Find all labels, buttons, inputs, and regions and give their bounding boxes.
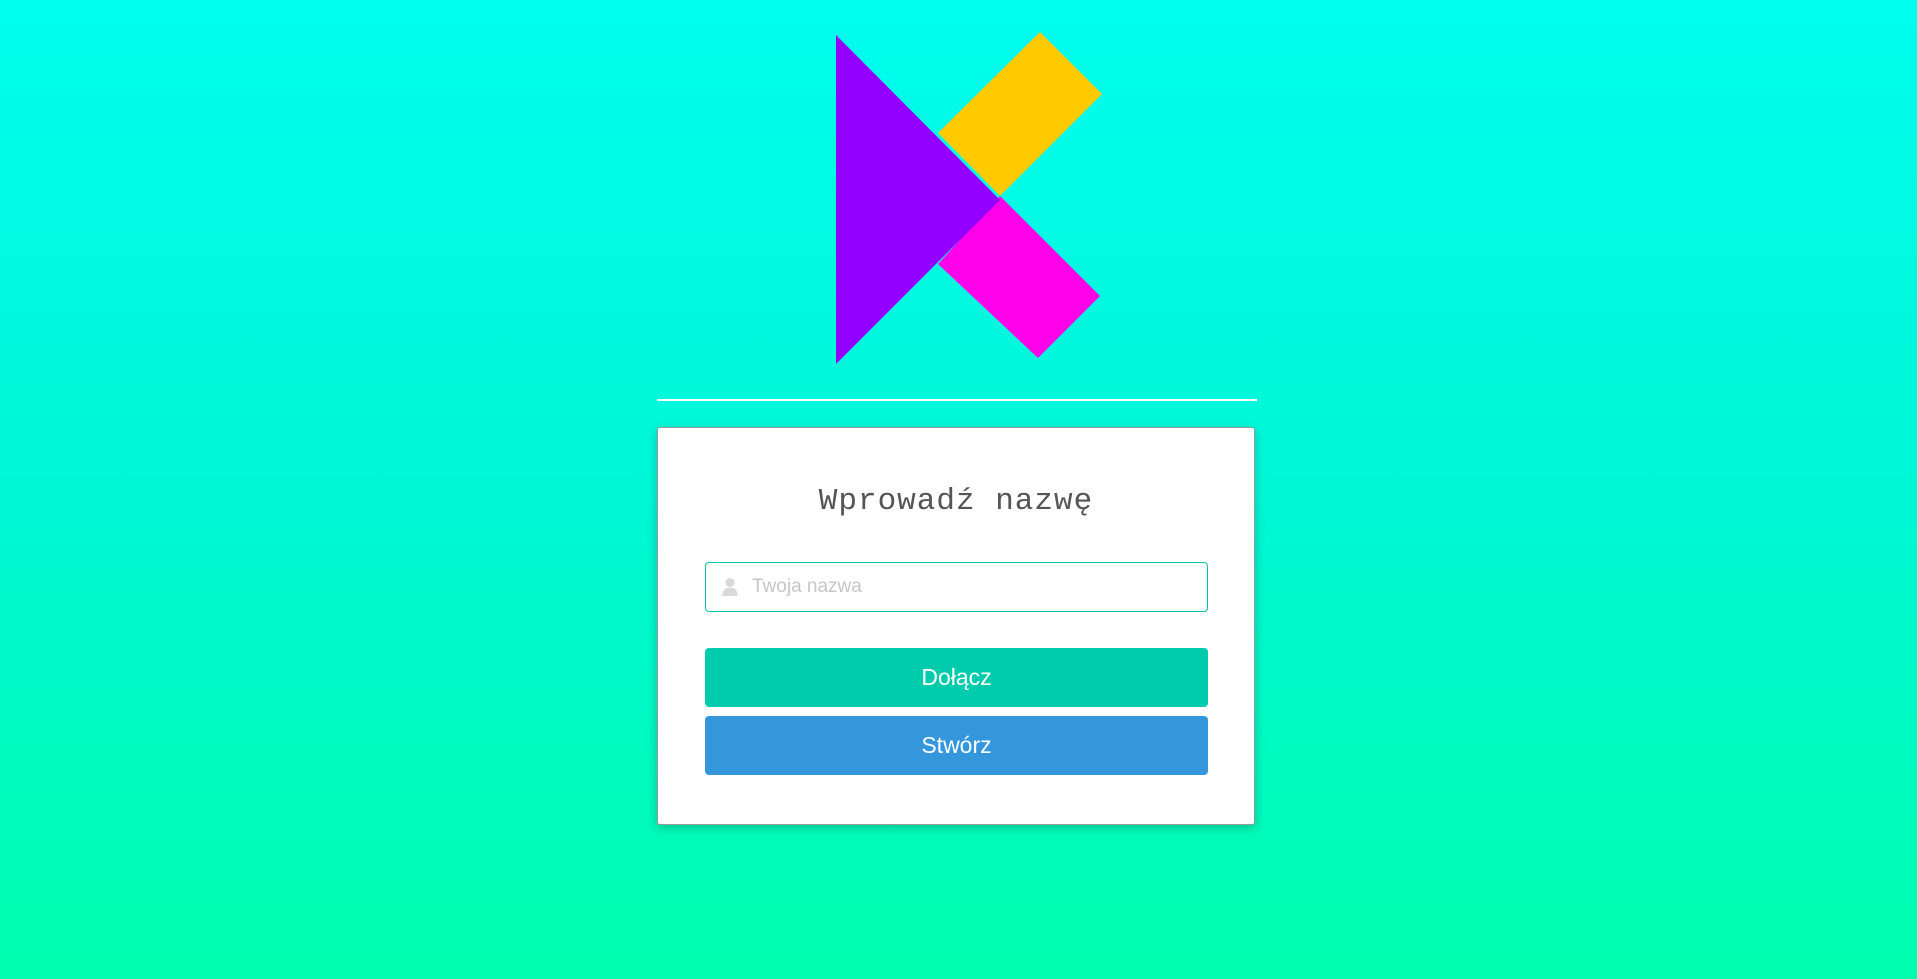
name-field[interactable] xyxy=(705,562,1208,612)
k-logo xyxy=(836,32,1102,364)
create-button[interactable]: Stwórz xyxy=(705,716,1208,775)
logo-purple-triangle xyxy=(836,35,1000,364)
name-entry-card: Wprowadź nazwę Dołącz Stwórz xyxy=(657,427,1255,825)
divider-line xyxy=(657,399,1257,401)
join-button[interactable]: Dołącz xyxy=(705,648,1208,707)
card-title: Wprowadź nazwę xyxy=(818,484,1094,519)
name-input[interactable] xyxy=(748,563,1207,611)
user-icon xyxy=(722,578,738,596)
